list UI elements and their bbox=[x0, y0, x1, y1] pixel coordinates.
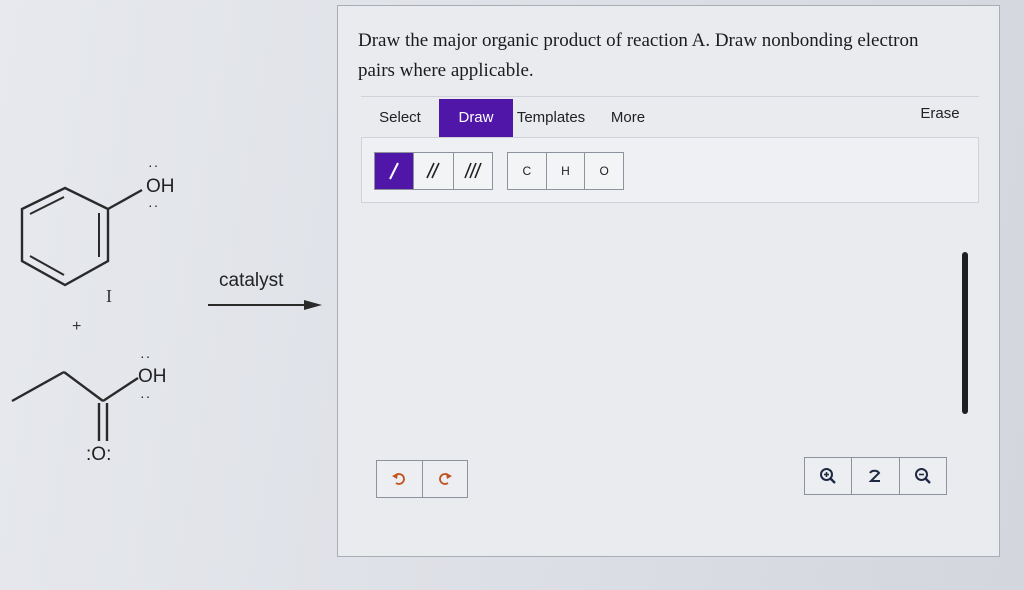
reaction-scheme: OH ·· ·· I + OH ·· ·· :O: catalyst bbox=[0, 0, 340, 590]
single-bond-icon bbox=[389, 162, 400, 180]
reaction-drawing bbox=[11, 186, 322, 441]
draw-tool-panel: C H O bbox=[361, 137, 979, 203]
question-panel: Draw the major organic product of reacti… bbox=[337, 5, 1000, 557]
atom-oxygen-button[interactable]: O bbox=[585, 153, 623, 189]
question-line-1: Draw the major organic product of reacti… bbox=[358, 30, 919, 51]
triple-bond-icon bbox=[464, 162, 482, 179]
zoom-in-icon bbox=[820, 468, 837, 484]
atom-carbon-button[interactable]: C bbox=[508, 153, 547, 189]
undo-button[interactable] bbox=[377, 461, 423, 497]
reset-zoom-icon bbox=[869, 469, 881, 482]
bond-tool-group bbox=[374, 152, 493, 190]
redo-icon bbox=[438, 473, 452, 485]
erase-button[interactable]: Erase bbox=[909, 95, 971, 133]
tab-more[interactable]: More bbox=[603, 99, 653, 137]
carbonyl-oxygen-group: :O: bbox=[86, 444, 111, 466]
atom-tool-group: C H O bbox=[507, 152, 624, 190]
double-bond-button[interactable] bbox=[414, 153, 454, 189]
carbonyl-oxygen-label: O bbox=[91, 444, 107, 465]
zoom-out-icon bbox=[914, 468, 931, 484]
canvas-scrollbar[interactable] bbox=[962, 252, 968, 414]
redo-button[interactable] bbox=[423, 461, 468, 497]
drawing-canvas[interactable] bbox=[346, 206, 991, 551]
atom-hydrogen-button[interactable]: H bbox=[547, 153, 586, 189]
tab-templates[interactable]: Templates bbox=[513, 99, 589, 137]
question-text: Draw the major organic product of reacti… bbox=[358, 26, 958, 86]
acetic-acid-skeleton bbox=[11, 370, 139, 441]
lone-pair-colon: : bbox=[106, 444, 112, 465]
reset-zoom-button[interactable] bbox=[852, 458, 900, 494]
catalyst-label: catalyst bbox=[219, 270, 284, 291]
lone-pair-dots: ·· bbox=[148, 197, 160, 213]
triple-bond-button[interactable] bbox=[454, 153, 492, 189]
single-bond-button[interactable] bbox=[375, 153, 415, 189]
tab-select[interactable]: Select bbox=[361, 99, 439, 137]
phenol-oh-label: OH bbox=[146, 176, 175, 197]
lone-pair-dots: ·· bbox=[148, 157, 160, 173]
undo-icon bbox=[392, 473, 406, 485]
question-line-2: pairs where applicable. bbox=[358, 60, 534, 81]
editor-tab-bar: Select Draw Templates More Erase bbox=[361, 96, 979, 139]
reaction-arrow bbox=[208, 300, 322, 310]
reaction-label-numeral: I bbox=[106, 286, 112, 306]
undo-redo-group bbox=[376, 460, 468, 498]
lone-pair-dots: ·· bbox=[140, 388, 152, 404]
double-bond-icon bbox=[426, 162, 441, 179]
zoom-controls bbox=[804, 457, 947, 495]
zoom-out-button[interactable] bbox=[900, 458, 946, 494]
acid-oh-label: OH bbox=[138, 366, 167, 387]
plus-sign: + bbox=[72, 318, 82, 335]
tab-draw[interactable]: Draw bbox=[439, 99, 513, 137]
lone-pair-dots: ·· bbox=[140, 348, 152, 364]
zoom-in-button[interactable] bbox=[805, 458, 853, 494]
benzene-ring bbox=[20, 186, 143, 287]
